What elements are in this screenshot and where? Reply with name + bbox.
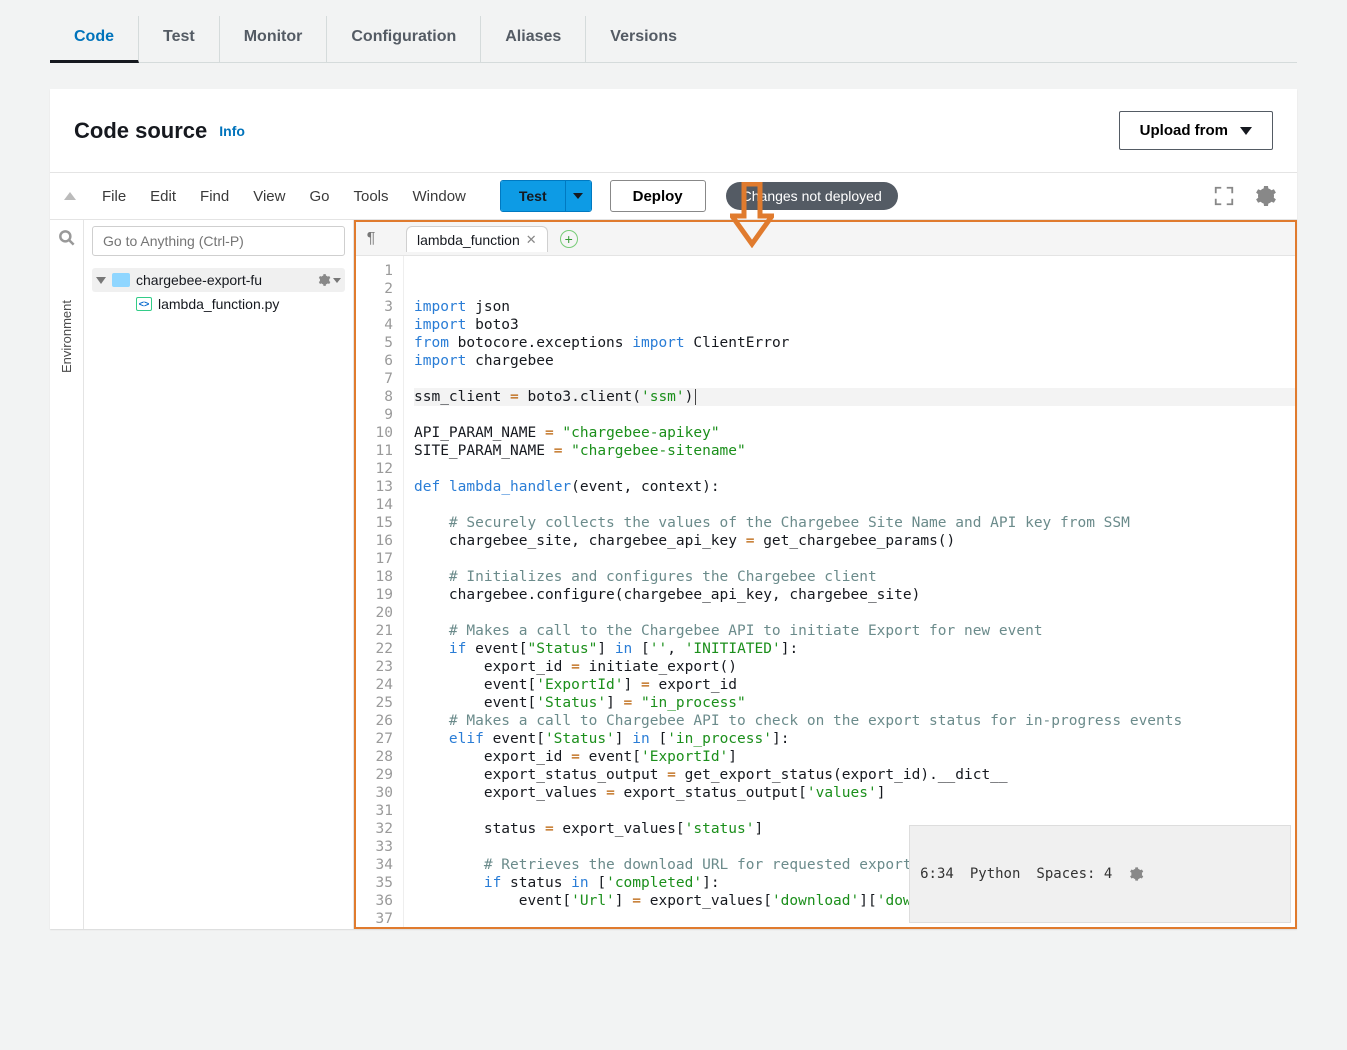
line-gutter: 1234567891011121314151617181920212223242…	[356, 256, 404, 927]
tree-settings-button[interactable]	[317, 273, 341, 287]
outline-icon[interactable]: ¶	[362, 230, 380, 248]
new-tab-button[interactable]: +	[560, 230, 578, 248]
upload-from-label: Upload from	[1140, 122, 1228, 139]
tree-root-folder[interactable]: chargebee-export-fu	[92, 268, 345, 292]
cloud9-ide: FileEditFindViewGoToolsWindow Test Deplo…	[50, 172, 1297, 929]
tab-aliases[interactable]: Aliases	[481, 16, 586, 62]
folder-icon	[112, 273, 130, 287]
chevron-down-icon	[96, 277, 106, 284]
code-content: import jsonimport boto3from botocore.exc…	[404, 256, 1295, 927]
menu-window[interactable]: Window	[401, 182, 478, 211]
menu-go[interactable]: Go	[297, 182, 341, 211]
upload-from-button[interactable]: Upload from	[1119, 111, 1273, 150]
collapse-toolbar-icon[interactable]	[64, 192, 76, 200]
editor-status-bar: 6:34 Python Spaces: 4	[909, 825, 1291, 923]
editor-tab-label: lambda_function	[417, 232, 520, 248]
menu-find[interactable]: Find	[188, 182, 241, 211]
tree-file-item[interactable]: <> lambda_function.py	[92, 292, 345, 316]
caret-down-icon	[573, 193, 583, 199]
side-rail: Environment	[50, 220, 84, 929]
indent-setting[interactable]: Spaces: 4	[1036, 865, 1112, 883]
cursor-position: 6:34	[920, 865, 954, 883]
tab-versions[interactable]: Versions	[586, 16, 701, 62]
language-mode[interactable]: Python	[970, 865, 1021, 883]
code-source-panel: Code source Info Upload from FileEditFin…	[50, 89, 1297, 929]
editor-pane: ¶ lambda_function ✕ + 123456789101112131…	[354, 220, 1297, 929]
ide-toolbar: FileEditFindViewGoToolsWindow Test Deplo…	[50, 173, 1297, 219]
tab-code[interactable]: Code	[50, 16, 139, 63]
test-dropdown-button[interactable]	[565, 181, 591, 211]
panel-title: Code source	[74, 118, 207, 144]
test-button[interactable]: Test	[501, 181, 565, 211]
code-editor[interactable]: 1234567891011121314151617181920212223242…	[356, 256, 1295, 927]
tab-test[interactable]: Test	[139, 16, 220, 62]
panel-header: Code source Info Upload from	[50, 89, 1297, 172]
tab-monitor[interactable]: Monitor	[220, 16, 328, 62]
menu-tools[interactable]: Tools	[341, 182, 400, 211]
editor-tab-bar: ¶ lambda_function ✕ +	[356, 222, 1295, 256]
tab-configuration[interactable]: Configuration	[327, 16, 481, 62]
python-file-icon: <>	[136, 297, 152, 311]
test-split-button: Test	[500, 180, 592, 212]
ide-body: Environment chargebee-export-fu	[50, 219, 1297, 929]
lambda-tab-strip: CodeTestMonitorConfigurationAliasesVersi…	[50, 10, 1297, 63]
deploy-button[interactable]: Deploy	[610, 180, 706, 212]
menu-edit[interactable]: Edit	[138, 182, 188, 211]
environment-side-tab[interactable]: Environment	[59, 296, 74, 377]
info-link[interactable]: Info	[219, 123, 245, 139]
menu-view[interactable]: View	[241, 182, 297, 211]
tree-root-label: chargebee-export-fu	[136, 272, 262, 288]
goto-anything-input[interactable]	[92, 226, 345, 256]
gear-icon[interactable]	[1128, 830, 1280, 918]
tree-file-label: lambda_function.py	[158, 296, 279, 312]
deploy-status-pill: Changes not deployed	[726, 182, 898, 210]
file-explorer: chargebee-export-fu <> lambda_function.p…	[84, 220, 354, 929]
fullscreen-icon[interactable]	[1213, 185, 1235, 207]
caret-down-icon	[1240, 127, 1252, 135]
editor-tab[interactable]: lambda_function ✕	[406, 226, 548, 252]
gear-icon[interactable]	[1253, 184, 1277, 208]
menu-file[interactable]: File	[90, 182, 138, 211]
search-icon[interactable]	[57, 228, 77, 248]
close-tab-icon[interactable]: ✕	[526, 232, 537, 248]
file-tree: chargebee-export-fu <> lambda_function.p…	[84, 262, 353, 322]
